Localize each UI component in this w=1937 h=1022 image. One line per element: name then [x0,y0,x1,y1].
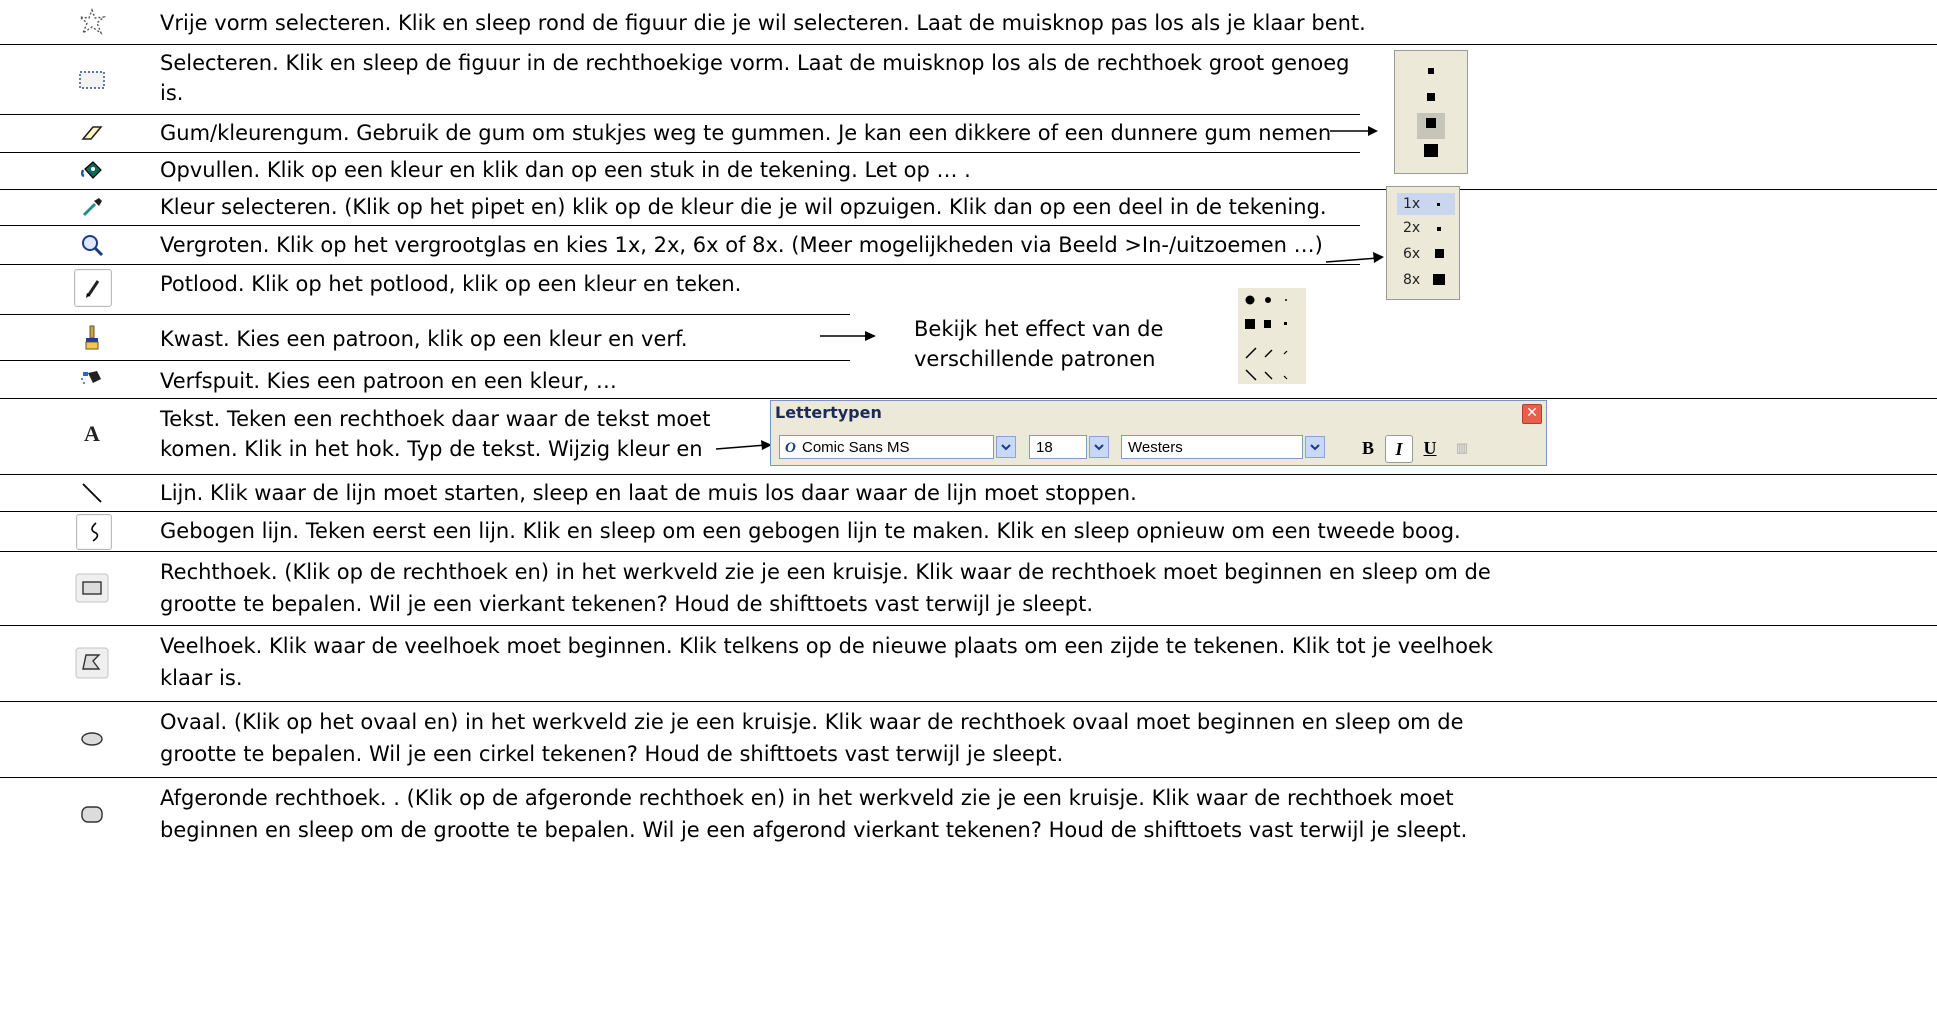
font-name-value: Comic Sans MS [802,439,910,456]
free-form-select-icon [72,6,112,38]
tool-row-color-picker: Kleur selecteren. (Klik op het pipet en)… [0,189,1360,225]
tool-description: Selecteren. Klik en sleep de figuur in d… [160,51,1350,75]
tool-row-pencil: Potlood. Klik op het potlood, klik op ee… [0,265,900,309]
tool-description: Vrije vorm selecteren. Klik en sleep ron… [160,11,1366,35]
rounded-rectangle-tool-icon [72,797,112,833]
rectangle-select-icon [72,64,112,96]
font-size-value: 18 [1036,439,1053,456]
zoom-label: 1x [1403,196,1421,212]
tool-row-ellipse: Ovaal. (Klik op het ovaal en) in het wer… [0,701,1937,778]
text-tool-icon: A [84,421,100,446]
rectangle-tool-icon [72,571,112,605]
color-picker-icon [72,192,112,222]
tool-description: Verfspuit. Kies een patroon en een kleur… [160,369,617,393]
tool-description: Gebogen lijn. Teken eerst een lijn. Klik… [160,519,1461,543]
tool-row-line: Lijn. Klik waar de lijn moet starten, sl… [0,475,1937,512]
tool-description-cont: beginnen en sleep om de grootte te bepal… [160,818,1468,842]
tool-row-fill: Opvullen. Klik op een kleur en klik dan … [0,152,1937,190]
brush-icon [72,322,112,354]
tool-row-rectangle-select: Selecteren. Klik en sleep de figuur in d… [0,44,1360,115]
fill-bucket-icon [72,156,112,186]
tool-description-cont: grootte te bepalen. Wil je een vierkant … [160,592,1094,616]
tool-description-cont: grootte te bepalen. Wil je een cirkel te… [160,742,1064,766]
divider [0,360,850,361]
tool-description-cont: is. [160,81,184,105]
tool-row-eraser: Gum/kleurengum. Gebruik de gum om stukje… [0,114,1360,153]
tool-description: Kleur selecteren. (Klik op het pipet en)… [160,195,1327,219]
tool-description: Tekst. Teken een rechthoek daar waar de … [160,407,711,431]
brush-note: Bekijk het effect van de verschillende p… [914,314,1163,374]
tool-row-curve: Gebogen lijn. Teken eerst een lijn. Klik… [0,511,1937,552]
tool-row-airbrush: Verfspuit. Kies een patroon en een kleur… [0,362,900,398]
font-type-icon: O [785,440,796,456]
brush-note-line: Bekijk het effect van de [914,317,1164,341]
tool-row-brush: Kwast. Kies een patroon, klik op een kle… [0,318,900,358]
ellipse-tool-icon [72,721,112,757]
eraser-size-option[interactable] [1428,68,1434,74]
underline-button[interactable]: U [1417,435,1443,461]
tool-description: Ovaal. (Klik op het ovaal en) in het wer… [160,710,1464,734]
pencil-icon [74,269,112,307]
eraser-icon [72,118,112,148]
tool-row-rounded-rectangle: Afgeronde rechthoek. . (Klik op de afger… [0,777,1937,857]
tool-description: Rechthoek. (Klik op de rechthoek en) in … [160,560,1491,584]
zoom-option[interactable]: 6x [1397,243,1455,265]
arrow-to-eraser-sizes [1330,126,1378,136]
divider [0,225,1360,226]
tool-row-polygon: Veelhoek. Klik waar de veelhoek moet beg… [0,625,1937,702]
polygon-tool-icon [72,645,112,681]
line-tool-icon [72,478,112,508]
font-size-select[interactable]: 18 [1029,435,1087,459]
chevron-down-icon[interactable] [1305,436,1325,458]
tool-description: Lijn. Klik waar de lijn moet starten, sl… [160,481,1137,505]
italic-button[interactable]: I [1385,435,1413,463]
zoom-label: 2x [1403,220,1421,236]
zoom-options-panel: 1x 2x 6x 8x [1386,186,1460,300]
divider [0,314,850,315]
script-value: Westers [1128,439,1183,456]
bold-button[interactable]: B [1355,435,1381,461]
tool-row-free-form-select: Vrije vorm selecteren. Klik en sleep ron… [0,0,1937,45]
tool-description: Vergroten. Klik op het vergrootglas en k… [160,233,1323,257]
arrow-to-zoom-options [1326,252,1384,263]
zoom-label: 8x [1403,272,1421,288]
eraser-size-option[interactable] [1426,118,1436,128]
zoom-option[interactable]: 2x [1397,217,1455,239]
arrow-to-brush-note [820,331,876,341]
tool-description: Kwast. Kies een patroon, klik op een kle… [160,327,688,351]
tool-row-magnifier: Vergroten. Klik op het vergrootglas en k… [0,227,1360,263]
zoom-label: 6x [1403,246,1421,262]
tool-description: Veelhoek. Klik waar de veelhoek moet beg… [160,634,1494,658]
eraser-size-option[interactable] [1427,93,1435,101]
zoom-option-selected[interactable]: 1x [1397,193,1455,215]
tool-description-cont: klaar is. [160,666,243,690]
brush-note-line: verschillende patronen [914,347,1156,371]
font-toolbar: Lettertypen ✕ O Comic Sans MS 18 Westers… [770,400,1547,466]
curve-tool-icon [76,514,112,550]
zoom-option[interactable]: 8x [1397,269,1455,291]
magnifier-icon [72,230,112,260]
script-select[interactable]: Westers [1121,435,1303,459]
chevron-down-icon[interactable] [1089,436,1109,458]
tool-description: Potlood. Klik op het potlood, klik op ee… [160,272,742,296]
tool-row-rectangle: Rechthoek. (Klik op de rechthoek en) in … [0,551,1937,626]
arrow-to-font-toolbar [716,440,772,450]
divider [0,398,1937,399]
font-name-select[interactable]: O Comic Sans MS [779,435,994,459]
chevron-down-icon[interactable] [996,436,1016,458]
tool-description: Gum/kleurengum. Gebruik de gum om stukje… [160,121,1332,145]
tool-description: Opvullen. Klik op een kleur en klik dan … [160,158,971,182]
font-toolbar-title: Lettertypen [775,403,882,422]
tool-description: Afgeronde rechthoek. . (Klik op de afger… [160,786,1454,810]
airbrush-icon [72,364,112,394]
close-icon[interactable]: ✕ [1522,404,1542,424]
brush-patterns-panel [1238,288,1306,384]
tool-description-cont: komen. Klik in het hok. Typ de tekst. Wi… [160,437,703,461]
vertical-text-icon[interactable]: ▥ [1449,435,1475,461]
